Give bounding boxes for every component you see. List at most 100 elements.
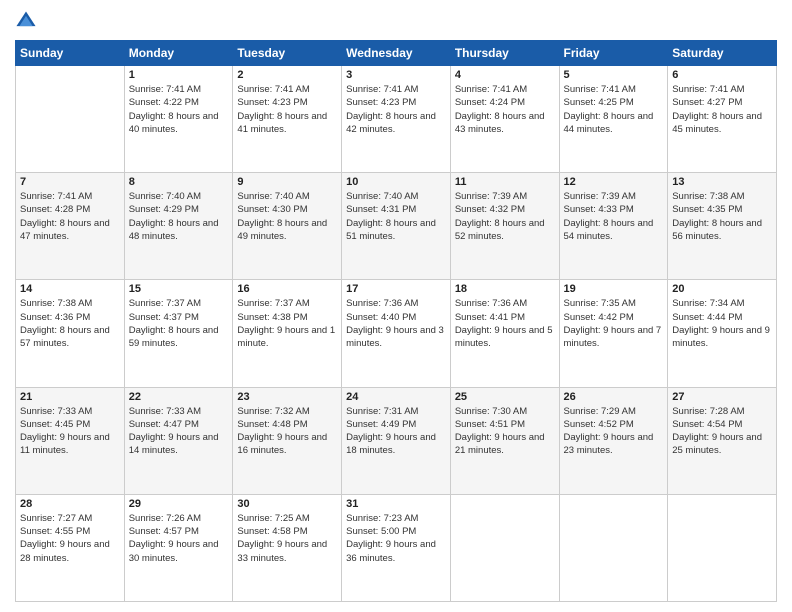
- day-number: 3: [346, 69, 446, 81]
- day-info: Sunrise: 7:40 AMSunset: 4:31 PMDaylight:…: [346, 190, 446, 243]
- sunset-text: Sunset: 4:49 PM: [346, 418, 446, 431]
- calendar-cell: 23Sunrise: 7:32 AMSunset: 4:48 PMDayligh…: [233, 387, 342, 494]
- day-number: 29: [129, 498, 229, 510]
- day-info: Sunrise: 7:35 AMSunset: 4:42 PMDaylight:…: [564, 297, 664, 350]
- day-info: Sunrise: 7:37 AMSunset: 4:38 PMDaylight:…: [237, 297, 337, 350]
- day-number: 17: [346, 283, 446, 295]
- sunrise-text: Sunrise: 7:25 AM: [237, 512, 337, 525]
- sunrise-text: Sunrise: 7:29 AM: [564, 405, 664, 418]
- sunset-text: Sunset: 5:00 PM: [346, 525, 446, 538]
- day-number: 7: [20, 176, 120, 188]
- calendar-cell: 15Sunrise: 7:37 AMSunset: 4:37 PMDayligh…: [124, 280, 233, 387]
- daylight-text: Daylight: 9 hours and 5 minutes.: [455, 324, 555, 351]
- weekday-header: Tuesday: [233, 41, 342, 66]
- sunrise-text: Sunrise: 7:23 AM: [346, 512, 446, 525]
- day-number: 19: [564, 283, 664, 295]
- calendar-cell: 22Sunrise: 7:33 AMSunset: 4:47 PMDayligh…: [124, 387, 233, 494]
- calendar-cell: 8Sunrise: 7:40 AMSunset: 4:29 PMDaylight…: [124, 173, 233, 280]
- daylight-text: Daylight: 8 hours and 57 minutes.: [20, 324, 120, 351]
- sunset-text: Sunset: 4:41 PM: [455, 311, 555, 324]
- day-number: 14: [20, 283, 120, 295]
- calendar-cell: 25 Sunrise: 7:30 AMSunset: 4:51 PMDayligh…: [450, 387, 559, 494]
- sunset-text: Sunset: 4:36 PM: [20, 311, 120, 324]
- daylight-text: Daylight: 9 hours and 3 minutes.: [346, 324, 446, 351]
- calendar-week-row: 1 Sunrise: 7:41 AMSunset: 4:22 PMDaylight…: [16, 66, 777, 173]
- calendar-cell: [450, 494, 559, 601]
- daylight-text: Daylight: 9 hours and 7 minutes.: [564, 324, 664, 351]
- day-number: 9: [237, 176, 337, 188]
- day-number: 12: [564, 176, 664, 188]
- calendar-cell: 18Sunrise: 7:36 AMSunset: 4:41 PMDayligh…: [450, 280, 559, 387]
- sunrise-text: Sunrise: 7:35 AM: [564, 297, 664, 310]
- day-info: Sunrise: 7:38 AMSunset: 4:36 PMDaylight:…: [20, 297, 120, 350]
- sunrise-text: Sunrise: 7:41 AM: [346, 83, 446, 96]
- day-info: Sunrise: 7:41 AMSunset: 4:25 PMDaylight:…: [564, 83, 664, 136]
- daylight-text: Daylight: 8 hours and 48 minutes.: [129, 217, 229, 244]
- calendar-cell: 30Sunrise: 7:25 AMSunset: 4:58 PMDayligh…: [233, 494, 342, 601]
- day-info: Sunrise: 7:28 AMSunset: 4:54 PMDaylight:…: [672, 405, 772, 458]
- daylight-text: Daylight: 8 hours and 52 minutes.: [455, 217, 555, 244]
- sunset-text: Sunset: 4:35 PM: [672, 203, 772, 216]
- day-info: Sunrise: 7:41 AMSunset: 4:22 PMDaylight:…: [129, 83, 229, 136]
- day-info: Sunrise: 7:36 AMSunset: 4:40 PMDaylight:…: [346, 297, 446, 350]
- header: [15, 10, 777, 32]
- day-number: 28: [20, 498, 120, 510]
- sunrise-text: Sunrise: 7:36 AM: [346, 297, 446, 310]
- day-number: 5: [564, 69, 664, 81]
- daylight-text: Daylight: 9 hours and 36 minutes.: [346, 538, 446, 565]
- day-info: Sunrise: 7:41 AMSunset: 4:27 PMDaylight:…: [672, 83, 772, 136]
- sunset-text: Sunset: 4:47 PM: [129, 418, 229, 431]
- weekday-header: Friday: [559, 41, 668, 66]
- daylight-text: Daylight: 9 hours and 23 minutes.: [564, 431, 664, 458]
- daylight-text: Daylight: 9 hours and 25 minutes.: [672, 431, 772, 458]
- daylight-text: Daylight: 8 hours and 51 minutes.: [346, 217, 446, 244]
- daylight-text: Daylight: 8 hours and 54 minutes.: [564, 217, 664, 244]
- calendar-cell: 29Sunrise: 7:26 AMSunset: 4:57 PMDayligh…: [124, 494, 233, 601]
- sunrise-text: Sunrise: 7:37 AM: [237, 297, 337, 310]
- day-info: Sunrise: 7:30 AMSunset: 4:51 PMDaylight:…: [455, 405, 555, 458]
- day-info: Sunrise: 7:37 AMSunset: 4:37 PMDaylight:…: [129, 297, 229, 350]
- calendar-cell: 5 Sunrise: 7:41 AMSunset: 4:25 PMDaylight…: [559, 66, 668, 173]
- sunrise-text: Sunrise: 7:41 AM: [672, 83, 772, 96]
- calendar-week-row: 7 Sunrise: 7:41 AMSunset: 4:28 PMDaylight…: [16, 173, 777, 280]
- day-number: 1: [129, 69, 229, 81]
- weekday-header-row: SundayMondayTuesdayWednesdayThursdayFrid…: [16, 41, 777, 66]
- day-number: 4: [455, 69, 555, 81]
- daylight-text: Daylight: 9 hours and 9 minutes.: [672, 324, 772, 351]
- calendar-cell: 13Sunrise: 7:38 AMSunset: 4:35 PMDayligh…: [668, 173, 777, 280]
- daylight-text: Daylight: 9 hours and 18 minutes.: [346, 431, 446, 458]
- daylight-text: Daylight: 8 hours and 56 minutes.: [672, 217, 772, 244]
- sunrise-text: Sunrise: 7:32 AM: [237, 405, 337, 418]
- calendar-cell: 2 Sunrise: 7:41 AMSunset: 4:23 PMDaylight…: [233, 66, 342, 173]
- daylight-text: Daylight: 9 hours and 16 minutes.: [237, 431, 337, 458]
- sunrise-text: Sunrise: 7:39 AM: [455, 190, 555, 203]
- sunset-text: Sunset: 4:44 PM: [672, 311, 772, 324]
- sunset-text: Sunset: 4:29 PM: [129, 203, 229, 216]
- daylight-text: Daylight: 8 hours and 59 minutes.: [129, 324, 229, 351]
- day-info: Sunrise: 7:41 AMSunset: 4:23 PMDaylight:…: [237, 83, 337, 136]
- sunrise-text: Sunrise: 7:41 AM: [564, 83, 664, 96]
- day-info: Sunrise: 7:36 AMSunset: 4:41 PMDaylight:…: [455, 297, 555, 350]
- daylight-text: Daylight: 9 hours and 28 minutes.: [20, 538, 120, 565]
- sunset-text: Sunset: 4:22 PM: [129, 96, 229, 109]
- day-info: Sunrise: 7:33 AMSunset: 4:47 PMDaylight:…: [129, 405, 229, 458]
- day-number: 23: [237, 391, 337, 403]
- calendar-cell: 3Sunrise: 7:41 AMSunset: 4:23 PMDaylight…: [342, 66, 451, 173]
- sunrise-text: Sunrise: 7:33 AM: [20, 405, 120, 418]
- sunrise-text: Sunrise: 7:30 AM: [455, 405, 555, 418]
- calendar-cell: 6Sunrise: 7:41 AMSunset: 4:27 PMDaylight…: [668, 66, 777, 173]
- sunrise-text: Sunrise: 7:33 AM: [129, 405, 229, 418]
- day-number: 13: [672, 176, 772, 188]
- sunrise-text: Sunrise: 7:39 AM: [564, 190, 664, 203]
- day-info: Sunrise: 7:41 AMSunset: 4:28 PMDaylight:…: [20, 190, 120, 243]
- calendar-week-row: 14 Sunrise: 7:38 AMSunset: 4:36 PMDayligh…: [16, 280, 777, 387]
- day-number: 2: [237, 69, 337, 81]
- day-number: 10: [346, 176, 446, 188]
- sunrise-text: Sunrise: 7:41 AM: [455, 83, 555, 96]
- calendar-cell: [559, 494, 668, 601]
- day-info: Sunrise: 7:31 AMSunset: 4:49 PMDaylight:…: [346, 405, 446, 458]
- calendar-cell: 10 Sunrise: 7:40 AMSunset: 4:31 PMDayligh…: [342, 173, 451, 280]
- day-number: 25: [455, 391, 555, 403]
- calendar-cell: 12Sunrise: 7:39 AMSunset: 4:33 PMDayligh…: [559, 173, 668, 280]
- sunrise-text: Sunrise: 7:41 AM: [20, 190, 120, 203]
